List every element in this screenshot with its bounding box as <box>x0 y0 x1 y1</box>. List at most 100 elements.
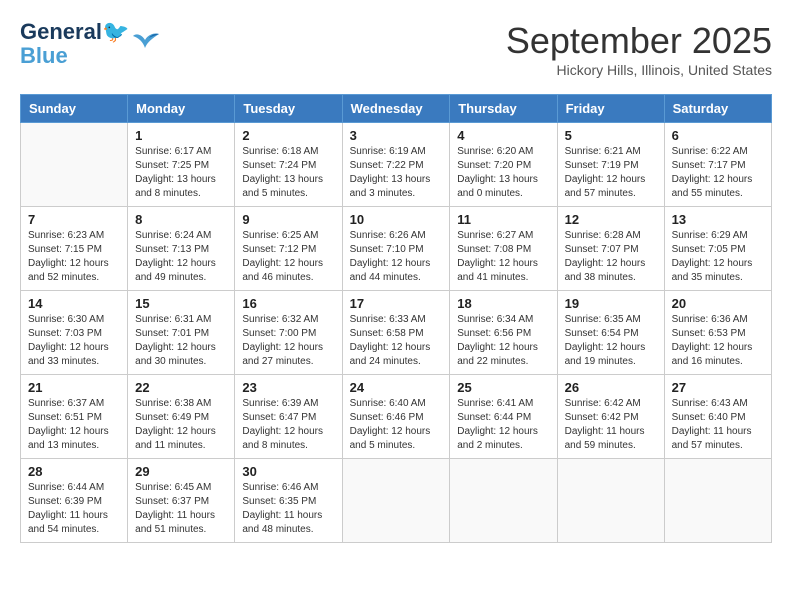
calendar-cell <box>664 459 771 543</box>
day-info: Sunrise: 6:41 AM Sunset: 6:44 PM Dayligh… <box>457 397 549 453</box>
day-info: Sunrise: 6:37 AM Sunset: 6:51 PM Dayligh… <box>28 397 120 453</box>
day-info: Sunrise: 6:22 AM Sunset: 7:17 PM Dayligh… <box>672 145 764 201</box>
day-info: Sunrise: 6:44 AM Sunset: 6:39 PM Dayligh… <box>28 481 120 537</box>
day-number: 28 <box>28 464 120 479</box>
day-number: 6 <box>672 128 764 143</box>
calendar-cell: 15Sunrise: 6:31 AM Sunset: 7:01 PM Dayli… <box>128 291 235 375</box>
day-number: 15 <box>135 296 227 311</box>
calendar-cell: 6 Sunrise: 6:22 AM Sunset: 7:17 PM Daylig… <box>664 123 771 207</box>
weekday-header-monday: Monday <box>128 95 235 123</box>
day-info: Sunrise: 6:45 AM Sunset: 6:37 PM Dayligh… <box>135 481 227 537</box>
logo-text: General🐦Blue <box>20 20 129 68</box>
day-info: Sunrise: 6:34 AM Sunset: 6:56 PM Dayligh… <box>457 313 549 369</box>
calendar-cell: 4 Sunrise: 6:20 AM Sunset: 7:20 PM Daylig… <box>450 123 557 207</box>
day-info: Sunrise: 6:42 AM Sunset: 6:42 PM Dayligh… <box>565 397 657 453</box>
day-number: 13 <box>672 212 764 227</box>
calendar-cell <box>342 459 450 543</box>
day-info: Sunrise: 6:33 AM Sunset: 6:58 PM Dayligh… <box>350 313 443 369</box>
calendar-cell: 17 Sunrise: 6:33 AM Sunset: 6:58 PM Dayli… <box>342 291 450 375</box>
weekday-header-sunday: Sunday <box>21 95 128 123</box>
calendar-cell: 29 Sunrise: 6:45 AM Sunset: 6:37 PM Dayli… <box>128 459 235 543</box>
calendar-cell: 5 Sunrise: 6:21 AM Sunset: 7:19 PM Daylig… <box>557 123 664 207</box>
day-number: 19 <box>565 296 657 311</box>
calendar-cell: 23 Sunrise: 6:39 AM Sunset: 6:47 PM Dayli… <box>235 375 342 459</box>
day-info: Sunrise: 6:26 AM Sunset: 7:10 PM Dayligh… <box>350 229 443 285</box>
weekday-header-row: SundayMondayTuesdayWednesdayThursdayFrid… <box>21 95 772 123</box>
calendar-cell: 24Sunrise: 6:40 AM Sunset: 6:46 PM Dayli… <box>342 375 450 459</box>
calendar-cell: 18 Sunrise: 6:34 AM Sunset: 6:56 PM Dayli… <box>450 291 557 375</box>
day-number: 29 <box>135 464 227 479</box>
day-info: Sunrise: 6:29 AM Sunset: 7:05 PM Dayligh… <box>672 229 764 285</box>
calendar-cell: 27Sunrise: 6:43 AM Sunset: 6:40 PM Dayli… <box>664 375 771 459</box>
day-info: Sunrise: 6:24 AM Sunset: 7:13 PM Dayligh… <box>135 229 227 285</box>
logo: General🐦Blue <box>20 20 161 68</box>
day-number: 4 <box>457 128 549 143</box>
day-number: 25 <box>457 380 549 395</box>
location: Hickory Hills, Illinois, United States <box>506 62 772 78</box>
day-info: Sunrise: 6:27 AM Sunset: 7:08 PM Dayligh… <box>457 229 549 285</box>
calendar-cell: 11 Sunrise: 6:27 AM Sunset: 7:08 PM Dayli… <box>450 207 557 291</box>
day-info: Sunrise: 6:28 AM Sunset: 7:07 PM Dayligh… <box>565 229 657 285</box>
day-number: 16 <box>242 296 334 311</box>
day-number: 26 <box>565 380 657 395</box>
day-number: 7 <box>28 212 120 227</box>
logo-bird-icon <box>131 30 161 54</box>
day-number: 1 <box>135 128 227 143</box>
weekday-header-tuesday: Tuesday <box>235 95 342 123</box>
calendar-cell: 8 Sunrise: 6:24 AM Sunset: 7:13 PM Daylig… <box>128 207 235 291</box>
day-number: 24 <box>350 380 443 395</box>
weekday-header-saturday: Saturday <box>664 95 771 123</box>
day-number: 21 <box>28 380 120 395</box>
calendar-cell: 14 Sunrise: 6:30 AM Sunset: 7:03 PM Dayli… <box>21 291 128 375</box>
day-number: 10 <box>350 212 443 227</box>
calendar-cell: 22 Sunrise: 6:38 AM Sunset: 6:49 PM Dayli… <box>128 375 235 459</box>
weekday-header-thursday: Thursday <box>450 95 557 123</box>
day-number: 23 <box>242 380 334 395</box>
weekday-header-friday: Friday <box>557 95 664 123</box>
day-info: Sunrise: 6:35 AM Sunset: 6:54 PM Dayligh… <box>565 313 657 369</box>
day-number: 20 <box>672 296 764 311</box>
day-info: Sunrise: 6:21 AM Sunset: 7:19 PM Dayligh… <box>565 145 657 201</box>
calendar-week-row: 14 Sunrise: 6:30 AM Sunset: 7:03 PM Dayli… <box>21 291 772 375</box>
calendar-cell: 16Sunrise: 6:32 AM Sunset: 7:00 PM Dayli… <box>235 291 342 375</box>
day-info: Sunrise: 6:18 AM Sunset: 7:24 PM Dayligh… <box>242 145 334 201</box>
calendar-cell: 26 Sunrise: 6:42 AM Sunset: 6:42 PM Dayli… <box>557 375 664 459</box>
calendar-table: SundayMondayTuesdayWednesdayThursdayFrid… <box>20 94 772 543</box>
day-number: 12 <box>565 212 657 227</box>
day-number: 17 <box>350 296 443 311</box>
day-info: Sunrise: 6:23 AM Sunset: 7:15 PM Dayligh… <box>28 229 120 285</box>
calendar-cell: 13 Sunrise: 6:29 AM Sunset: 7:05 PM Dayli… <box>664 207 771 291</box>
day-number: 8 <box>135 212 227 227</box>
weekday-header-wednesday: Wednesday <box>342 95 450 123</box>
day-info: Sunrise: 6:20 AM Sunset: 7:20 PM Dayligh… <box>457 145 549 201</box>
day-info: Sunrise: 6:43 AM Sunset: 6:40 PM Dayligh… <box>672 397 764 453</box>
calendar-cell: 20 Sunrise: 6:36 AM Sunset: 6:53 PM Dayli… <box>664 291 771 375</box>
day-info: Sunrise: 6:25 AM Sunset: 7:12 PM Dayligh… <box>242 229 334 285</box>
calendar-cell: 19 Sunrise: 6:35 AM Sunset: 6:54 PM Dayli… <box>557 291 664 375</box>
day-number: 11 <box>457 212 549 227</box>
day-number: 22 <box>135 380 227 395</box>
calendar-cell: 3 Sunrise: 6:19 AM Sunset: 7:22 PM Daylig… <box>342 123 450 207</box>
calendar-week-row: 21 Sunrise: 6:37 AM Sunset: 6:51 PM Dayli… <box>21 375 772 459</box>
calendar-cell: 25 Sunrise: 6:41 AM Sunset: 6:44 PM Dayli… <box>450 375 557 459</box>
day-info: Sunrise: 6:36 AM Sunset: 6:53 PM Dayligh… <box>672 313 764 369</box>
day-number: 3 <box>350 128 443 143</box>
day-info: Sunrise: 6:19 AM Sunset: 7:22 PM Dayligh… <box>350 145 443 201</box>
calendar-cell <box>21 123 128 207</box>
day-number: 14 <box>28 296 120 311</box>
day-info: Sunrise: 6:17 AM Sunset: 7:25 PM Dayligh… <box>135 145 227 201</box>
day-info: Sunrise: 6:30 AM Sunset: 7:03 PM Dayligh… <box>28 313 120 369</box>
day-info: Sunrise: 6:39 AM Sunset: 6:47 PM Dayligh… <box>242 397 334 453</box>
calendar-cell: 1 Sunrise: 6:17 AM Sunset: 7:25 PM Daylig… <box>128 123 235 207</box>
calendar-week-row: 28 Sunrise: 6:44 AM Sunset: 6:39 PM Dayli… <box>21 459 772 543</box>
page-header: General🐦Blue September 2025 Hickory Hill… <box>20 20 772 78</box>
day-number: 9 <box>242 212 334 227</box>
day-info: Sunrise: 6:46 AM Sunset: 6:35 PM Dayligh… <box>242 481 334 537</box>
day-info: Sunrise: 6:38 AM Sunset: 6:49 PM Dayligh… <box>135 397 227 453</box>
calendar-cell <box>450 459 557 543</box>
title-section: September 2025 Hickory Hills, Illinois, … <box>506 20 772 78</box>
day-number: 5 <box>565 128 657 143</box>
day-number: 2 <box>242 128 334 143</box>
calendar-cell: 28 Sunrise: 6:44 AM Sunset: 6:39 PM Dayli… <box>21 459 128 543</box>
day-number: 18 <box>457 296 549 311</box>
